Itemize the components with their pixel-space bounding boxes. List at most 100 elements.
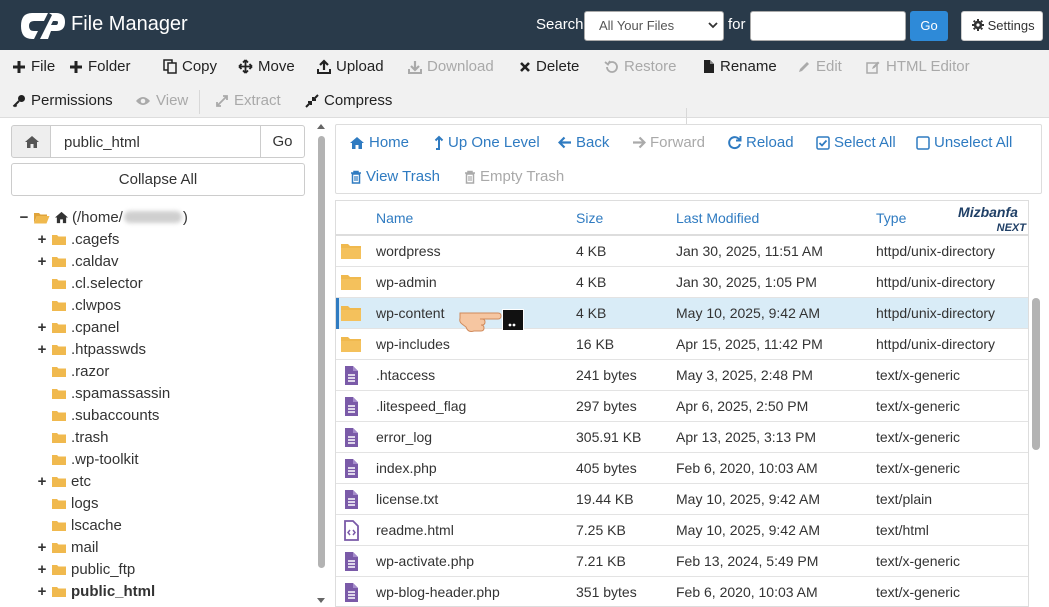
move-button[interactable]: Move xyxy=(238,58,295,75)
tree-item-label: public_html xyxy=(71,582,156,600)
collapse-all-button[interactable]: Collapse All xyxy=(11,163,305,196)
extract-button[interactable]: Extract xyxy=(215,92,281,109)
tree-item[interactable]: .subaccounts xyxy=(36,405,159,425)
expand-icon[interactable]: + xyxy=(36,253,48,270)
search-go-button[interactable]: Go xyxy=(910,11,948,41)
tree-item[interactable]: + etc xyxy=(36,471,91,491)
table-row[interactable]: index.php 405 bytes Feb 6, 2020, 10:03 AM t… xyxy=(336,453,1028,484)
empty-trash-button[interactable]: Empty Trash xyxy=(464,168,564,185)
settings-button[interactable]: Settings xyxy=(961,11,1043,41)
forward-button[interactable]: Forward xyxy=(632,134,705,151)
new-folder-button[interactable]: Folder xyxy=(69,58,131,75)
table-row[interactable]: readme.html 7.25 KB May 10, 2025, 9:42 AM t… xyxy=(336,515,1028,546)
expand-icon[interactable]: + xyxy=(36,561,48,578)
select-all-button[interactable]: Select All xyxy=(816,134,896,151)
scroll-up-arrow-icon[interactable] xyxy=(317,124,325,129)
table-row[interactable]: wordpress 4 KB Jan 30, 2025, 11:51 AM httpd… xyxy=(336,236,1028,267)
column-header-last-modified[interactable]: Last Modified xyxy=(676,210,759,226)
column-header-name[interactable]: Name xyxy=(376,210,413,226)
up-one-level-button[interactable]: Up One Level xyxy=(434,134,540,151)
collapse-icon[interactable]: − xyxy=(18,209,30,226)
table-row[interactable]: error_log 305.91 KB Apr 13, 2025, 3:13 PM t… xyxy=(336,422,1028,453)
permissions-button[interactable]: Permissions xyxy=(12,92,113,109)
scroll-down-arrow-icon[interactable] xyxy=(317,598,325,603)
table-row[interactable]: wp-includes 16 KB Apr 15, 2025, 11:42 PM ht… xyxy=(336,329,1028,360)
expand-icon[interactable]: + xyxy=(36,231,48,248)
tree-item[interactable]: .razor xyxy=(36,361,109,381)
path-input[interactable]: public_html xyxy=(50,125,261,158)
tree-item[interactable]: + .cpanel xyxy=(36,317,120,337)
path-go-button[interactable]: Go xyxy=(260,125,305,158)
table-row[interactable]: wp-activate.php 7.21 KB Feb 13, 2024, 5:49… xyxy=(336,546,1028,577)
move-label: Move xyxy=(258,58,295,75)
compress-button[interactable]: Compress xyxy=(305,92,392,109)
rename-button[interactable]: Rename xyxy=(703,58,777,75)
unselect-all-button[interactable]: Unselect All xyxy=(916,134,1012,151)
tree-item[interactable]: + .cagefs xyxy=(36,229,120,249)
move-icon xyxy=(238,59,253,74)
chevron-down-icon xyxy=(708,22,718,29)
file-table-scroll-thumb[interactable] xyxy=(1032,298,1040,450)
tree-item[interactable]: + .caldav xyxy=(36,251,119,271)
html-editor-button[interactable]: HTML Editor xyxy=(866,58,970,75)
search-scope-select[interactable]: All Your Files xyxy=(584,11,724,41)
view-label: View xyxy=(156,92,189,109)
restore-button[interactable]: Restore xyxy=(604,58,677,75)
tree-item[interactable]: − (/home/) xyxy=(18,207,188,227)
edit-button[interactable]: Edit xyxy=(797,58,842,75)
table-row[interactable]: wp-content 4 KB May 10, 2025, 9:42 AM httpd… xyxy=(336,298,1028,329)
expand-icon[interactable]: + xyxy=(36,583,48,600)
tree-item[interactable]: lscache xyxy=(36,515,122,535)
compress-icon xyxy=(305,93,319,108)
table-row[interactable]: license.txt 19.44 KB May 10, 2025, 9:42 AM… xyxy=(336,484,1028,515)
sidebar-scroll-thumb[interactable] xyxy=(318,136,325,568)
table-row[interactable]: .litespeed_flag 297 bytes Apr 6, 2025, 2:5… xyxy=(336,391,1028,422)
upload-icon xyxy=(317,59,331,74)
tree-item[interactable]: + .htpasswds xyxy=(36,339,146,359)
tree-item[interactable]: logs xyxy=(36,493,99,513)
table-row[interactable]: .htaccess 241 bytes May 3, 2025, 2:48 PM te… xyxy=(336,360,1028,391)
tree-item[interactable]: .trash xyxy=(36,427,109,447)
expand-icon[interactable]: + xyxy=(36,539,48,556)
reload-button[interactable]: Reload xyxy=(727,134,794,151)
file-type: text/plain xyxy=(876,491,933,507)
tree-item[interactable]: + mail xyxy=(36,537,99,557)
delete-button[interactable]: Delete xyxy=(519,58,579,75)
copy-label: Copy xyxy=(182,58,218,75)
sidebar-scrollbar[interactable] xyxy=(314,122,328,606)
search-input[interactable] xyxy=(750,11,906,41)
download-button[interactable]: Download xyxy=(408,58,494,75)
tree-item-label: mail xyxy=(71,538,99,556)
reload-label: Reload xyxy=(746,134,794,151)
folder-icon xyxy=(52,256,66,267)
expand-icon[interactable]: + xyxy=(36,341,48,358)
tree-item[interactable]: .clwpos xyxy=(36,295,121,315)
tree-item[interactable]: .spamassassin xyxy=(36,383,170,403)
select-all-label: Select All xyxy=(834,134,896,151)
home-button[interactable]: Home xyxy=(349,134,409,151)
tree-item[interactable]: .wp-toolkit xyxy=(36,449,139,469)
tree-item[interactable]: .cl.selector xyxy=(36,273,143,293)
copy-button[interactable]: Copy xyxy=(163,58,217,75)
new-file-button[interactable]: File xyxy=(12,58,55,75)
file-icon xyxy=(704,60,714,73)
back-button[interactable]: Back xyxy=(558,134,609,151)
table-row[interactable]: wp-blog-header.php 351 bytes Feb 6, 2020, … xyxy=(336,577,1028,606)
table-row[interactable]: wp-admin 4 KB Jan 30, 2025, 1:05 PM httpd/u… xyxy=(336,267,1028,298)
view-trash-button[interactable]: View Trash xyxy=(350,168,440,185)
tree-item[interactable]: + public_html xyxy=(36,581,156,601)
file-type: httpd/unix-directory xyxy=(876,305,996,321)
sidebar-home-button[interactable] xyxy=(11,125,51,158)
folder-icon xyxy=(52,366,66,377)
folder-icon xyxy=(52,388,66,399)
tree-item[interactable]: + public_ftp xyxy=(36,559,136,579)
file-name: readme.html xyxy=(376,522,454,538)
column-header-type[interactable]: Type xyxy=(876,210,906,226)
expand-icon[interactable]: + xyxy=(36,473,48,490)
expand-icon[interactable]: + xyxy=(36,319,48,336)
upload-button[interactable]: Upload xyxy=(317,58,384,75)
column-header-size[interactable]: Size xyxy=(576,210,603,226)
file-table-scrollbar[interactable] xyxy=(1029,200,1043,607)
file-type: text/x-generic xyxy=(876,367,961,383)
view-button[interactable]: View xyxy=(135,92,188,109)
